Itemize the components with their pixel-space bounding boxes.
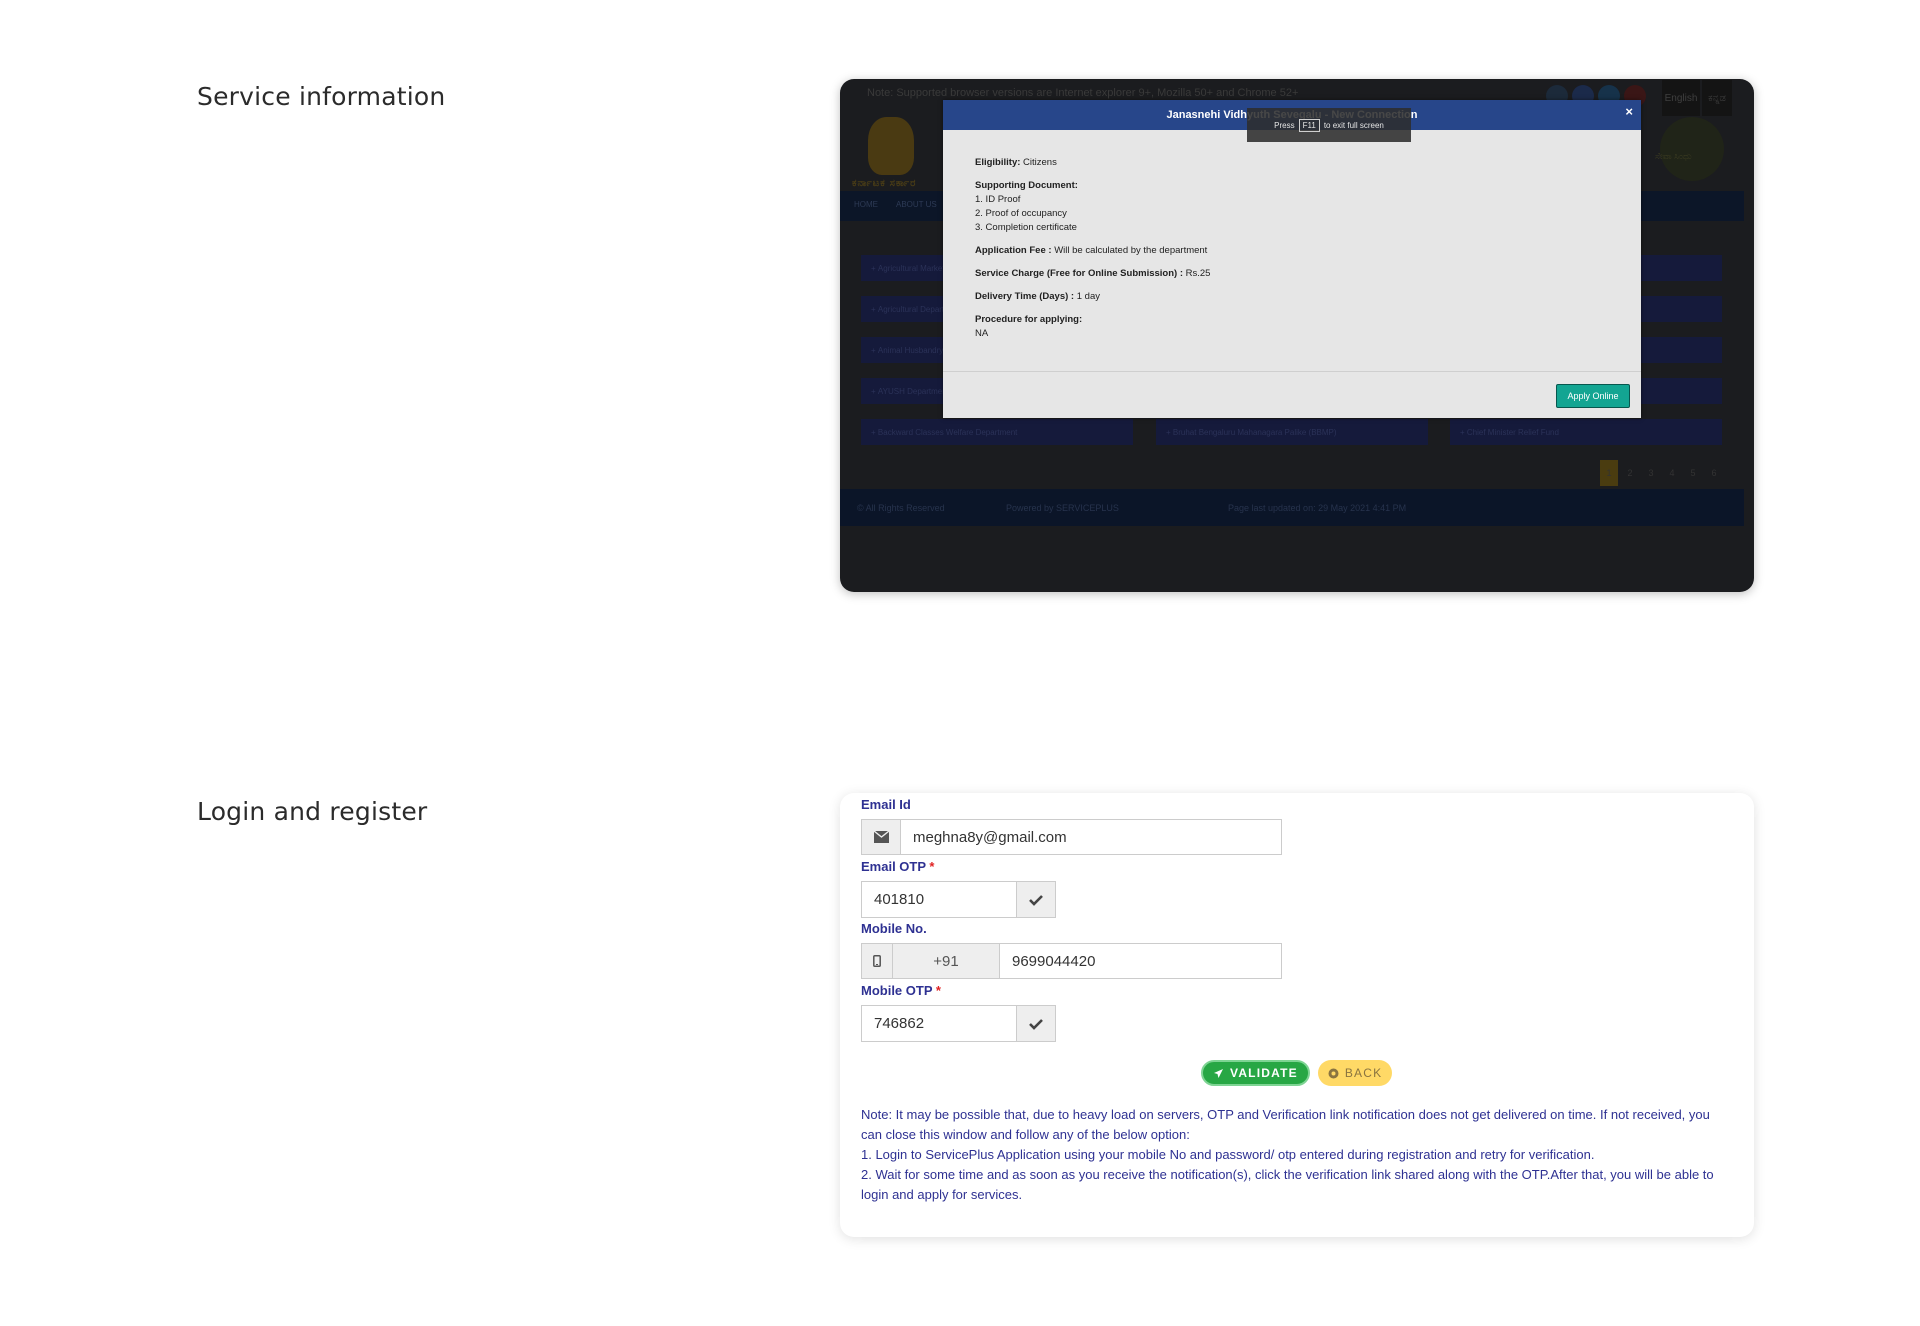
email-otp-label: Email OTP * <box>861 859 935 874</box>
email-label: Email Id <box>861 797 911 812</box>
procedure-label: Procedure for applying: <box>975 314 1083 325</box>
pagination-page-6: 6 <box>1711 468 1717 478</box>
note-line: 1. Login to ServicePlus Application usin… <box>861 1147 1595 1162</box>
fee-label: Application Fee : <box>975 245 1052 256</box>
service-charge-row: Service Charge (Free for Online Submissi… <box>975 267 1609 281</box>
mobile-input[interactable]: 9699044420 <box>999 943 1282 979</box>
pagination-page-3: 3 <box>1648 468 1654 478</box>
verification-note: Note: It may be possible that, due to he… <box>861 1105 1733 1205</box>
circle-back-icon <box>1328 1068 1339 1078</box>
f11-key: F11 <box>1298 118 1320 132</box>
pagination-page-2: 2 <box>1627 468 1633 478</box>
fee-row: Application Fee : Will be calculated by … <box>975 244 1609 258</box>
footer-updated: Page last updated on: 29 May 2021 4:41 P… <box>1228 503 1407 513</box>
emblem-caption: ಕರ್ನಾಟಕ ಸರ್ಕಾರ <box>852 178 917 189</box>
language-kannada-button: ಕನ್ನಡ <box>1702 80 1732 116</box>
document-item: 3. Completion certificate <box>975 222 1077 233</box>
pagination-page-1: 1 <box>1600 460 1618 486</box>
footer-powered: Powered by SERVICEPLUS <box>1006 503 1119 513</box>
seva-sindhu-caption: ಸೇವಾ ಸಿಂಧು <box>1655 151 1692 161</box>
procedure-value: NA <box>975 328 989 339</box>
pagination-page-5: 5 <box>1690 468 1696 478</box>
procedure-row: Procedure for applying: NA <box>975 313 1609 341</box>
service-tile: + Bruhat Bengaluru Mahanagara Palike (BB… <box>1156 419 1428 445</box>
nav-home: HOME <box>854 200 878 209</box>
close-icon[interactable]: × <box>1625 97 1633 127</box>
document-item: 1. ID Proof <box>975 194 1021 205</box>
login-register-screenshot: Email Id meghna8y@gmail.com Email OTP * … <box>840 793 1754 1237</box>
check-icon[interactable] <box>1016 881 1056 918</box>
note-line: Note: It may be possible that, due to he… <box>861 1107 1710 1142</box>
delivery-value: 1 day <box>1076 291 1100 302</box>
eligibility-label: Eligibility: <box>975 157 1021 168</box>
envelope-icon <box>861 819 901 855</box>
documents-label: Supporting Document: <box>975 180 1078 191</box>
fee-value: Will be calculated by the department <box>1054 245 1208 256</box>
eligibility-value: Citizens <box>1023 157 1057 168</box>
fullscreen-press-text: Press <box>1274 120 1295 130</box>
mobile-otp-label: Mobile OTP * <box>861 983 941 998</box>
modal-body: Eligibility: Citizens Supporting Documen… <box>943 130 1641 341</box>
email-otp-input[interactable]: 401810 <box>861 881 1017 918</box>
service-info-screenshot: Note: Supported browser versions are Int… <box>840 79 1754 592</box>
service-tile: + Backward Classes Welfare Department <box>861 419 1133 445</box>
note-line: 2. Wait for some time and as soon as you… <box>861 1167 1714 1202</box>
required-mark: * <box>929 859 935 874</box>
browser-support-note: Note: Supported browser versions are Int… <box>867 87 1299 99</box>
required-mark: * <box>935 983 941 998</box>
form-actions: VALIDATE BACK <box>1201 1060 1393 1086</box>
delivery-label: Delivery Time (Days) : <box>975 291 1075 302</box>
mobile-label: Mobile No. <box>861 921 927 936</box>
footer-rights: © All Rights Reserved <box>857 503 945 513</box>
email-input[interactable]: meghna8y@gmail.com <box>900 819 1282 855</box>
country-code: +91 <box>892 943 1000 979</box>
documents-row: Supporting Document: 1. ID Proof 2. Proo… <box>975 179 1609 235</box>
nav-about: ABOUT US <box>896 200 937 209</box>
modal-divider <box>943 371 1641 372</box>
validate-label: VALIDATE <box>1230 1066 1298 1080</box>
mobile-otp-input[interactable]: 746862 <box>861 1005 1017 1042</box>
service-info-modal: Janasnehi Vidhyuth Sevegalu - New Connec… <box>943 100 1641 418</box>
fullscreen-tip: Press F11 to exit full screen <box>1247 108 1411 142</box>
eligibility-row: Eligibility: Citizens <box>975 156 1609 170</box>
back-button[interactable]: BACK <box>1317 1060 1393 1086</box>
state-emblem-logo <box>868 117 914 175</box>
service-charge-value: Rs.25 <box>1185 268 1211 279</box>
fullscreen-exit-text: to exit full screen <box>1323 120 1384 130</box>
section-title-login-register: Login and register <box>197 797 428 826</box>
service-tile: + Chief Minister Relief Fund <box>1450 419 1722 445</box>
validate-button[interactable]: VALIDATE <box>1201 1060 1310 1086</box>
delivery-row: Delivery Time (Days) : 1 day <box>975 290 1609 304</box>
pagination-page-4: 4 <box>1669 468 1675 478</box>
mobile-phone-icon <box>861 943 893 979</box>
document-item: 2. Proof of occupancy <box>975 208 1067 219</box>
back-label: BACK <box>1344 1066 1383 1080</box>
seva-sindhu-logo <box>1660 117 1724 181</box>
check-icon[interactable] <box>1016 1005 1056 1042</box>
paper-plane-icon <box>1214 1068 1223 1078</box>
service-charge-label: Service Charge (Free for Online Submissi… <box>975 268 1183 279</box>
apply-online-button[interactable]: Apply Online <box>1556 384 1630 408</box>
language-english-button: English <box>1662 80 1700 116</box>
section-title-service-information: Service information <box>197 82 446 111</box>
